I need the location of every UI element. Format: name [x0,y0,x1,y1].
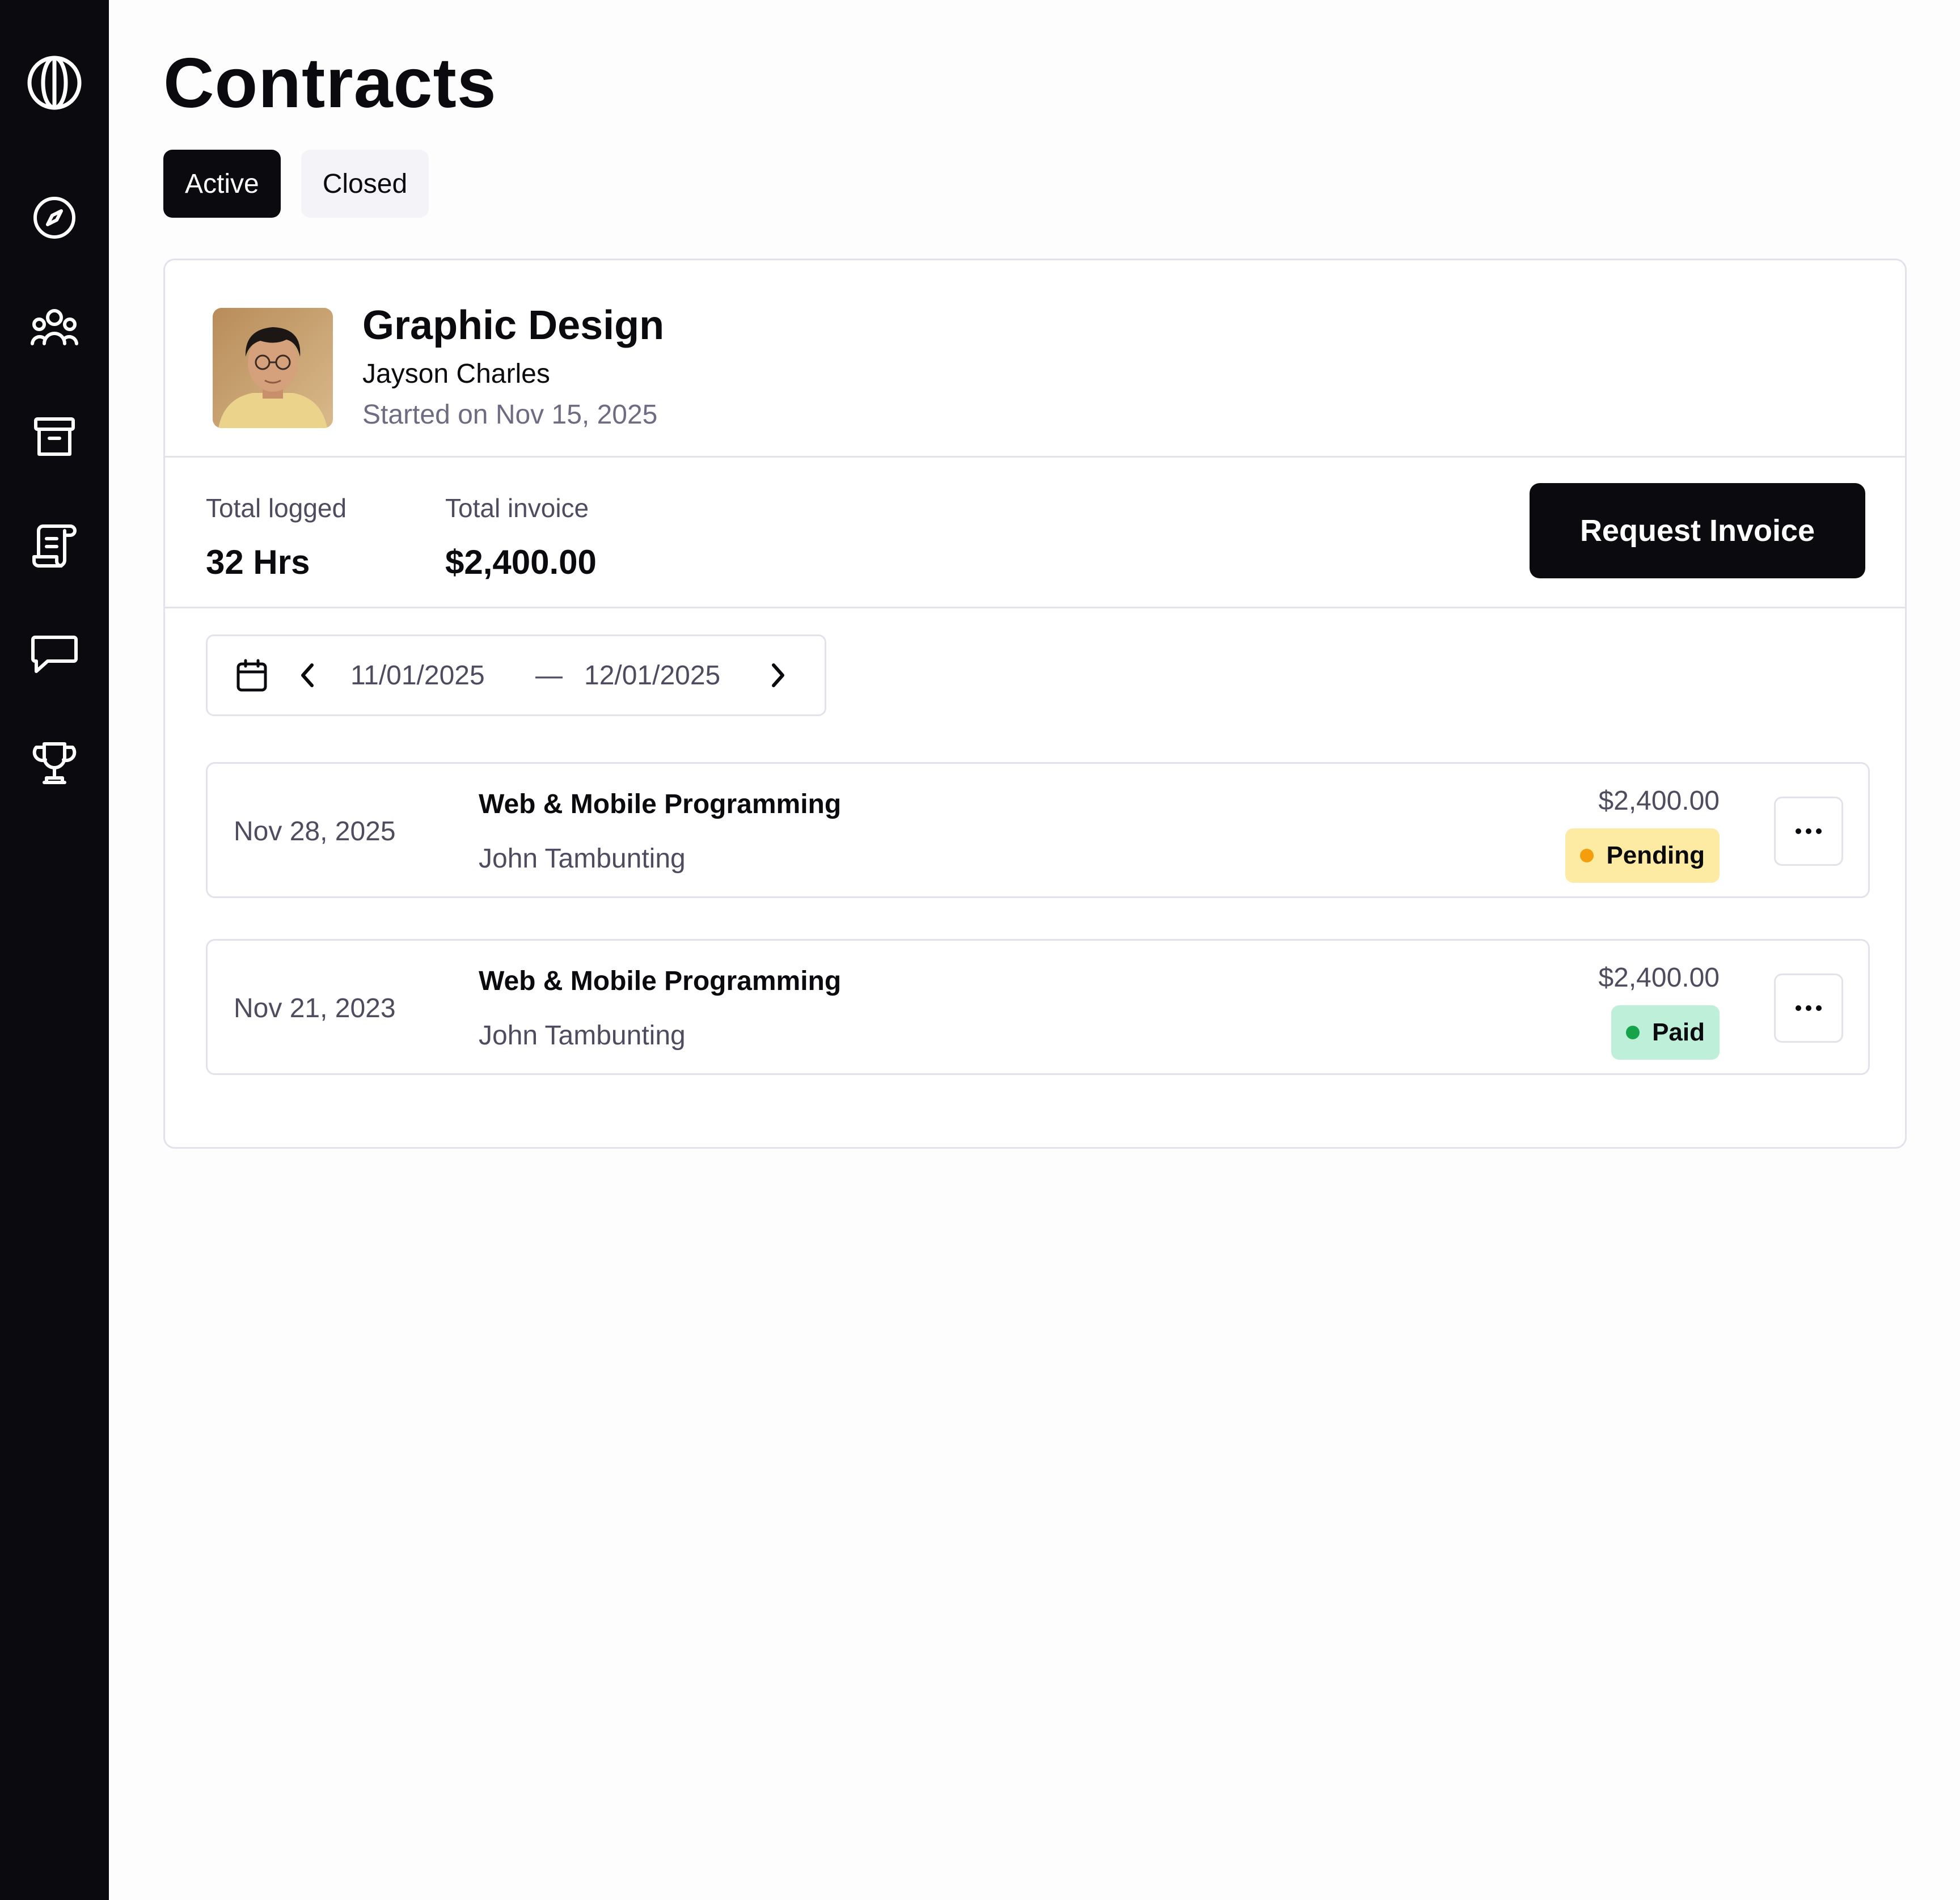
chevron-left-icon[interactable] [298,636,316,714]
invoice-row[interactable]: Nov 28, 2025 Web & Mobile Programming Jo… [206,762,1870,898]
more-dot-icon [1796,828,1801,834]
date-separator: — [535,660,563,691]
more-dot-icon [1806,828,1811,834]
avatar [213,308,333,428]
total-logged-value: 32 Hrs [206,543,310,581]
total-invoice-label: Total invoice [445,493,589,523]
contract-tabs: Active Closed [163,150,429,218]
contract-stats: Total logged 32 Hrs Total invoice $2,400… [165,456,1905,608]
invoice-client: John Tambunting [479,844,686,874]
status-label: Paid [1652,1018,1705,1046]
more-dot-icon [1796,1005,1801,1011]
status-dot-icon [1580,849,1594,862]
invoice-title: Web & Mobile Programming [479,789,842,819]
page-title: Contracts [163,44,497,122]
client-name: Jayson Charles [362,359,550,389]
archive-icon[interactable] [0,408,109,465]
date-range-picker: 11/01/2025 — 12/01/2025 [206,634,826,716]
invoice-title: Web & Mobile Programming [479,966,842,996]
tab-active[interactable]: Active [163,150,281,218]
contract-card: Graphic Design Jayson Charles Started on… [163,259,1907,1149]
tab-closed[interactable]: Closed [301,150,429,218]
invoice-amount: $2,400.00 [1598,786,1720,816]
invoice-client: John Tambunting [479,1021,686,1051]
status-badge: Paid [1611,1005,1720,1060]
more-options-button[interactable] [1774,974,1843,1043]
request-invoice-button[interactable]: Request Invoice [1530,483,1865,578]
end-date-value[interactable]: 12/01/2025 [584,636,720,714]
invoice-amount: $2,400.00 [1598,963,1720,993]
contract-header: Graphic Design Jayson Charles Started on… [165,260,1905,458]
calendar-icon[interactable] [236,636,268,714]
invoice-date: Nov 21, 2023 [234,993,396,1023]
more-dot-icon [1816,828,1822,834]
more-options-button[interactable] [1774,797,1843,866]
trophy-icon[interactable] [0,735,109,792]
status-badge: Pending [1565,828,1720,883]
sidebar [0,0,109,1900]
users-icon[interactable] [0,299,109,356]
total-logged-label: Total logged [206,493,347,523]
message-icon[interactable] [0,626,109,683]
main-content: Contracts Active Closed Graphic Design J… [163,0,1910,1900]
compass-icon[interactable] [0,189,109,246]
contract-document-icon[interactable] [0,517,109,574]
more-dot-icon [1816,1005,1822,1011]
globe-logo-icon[interactable] [0,54,109,111]
status-dot-icon [1626,1026,1640,1039]
more-dot-icon [1806,1005,1811,1011]
invoice-row[interactable]: Nov 21, 2023 Web & Mobile Programming Jo… [206,939,1870,1075]
chevron-right-icon[interactable] [769,636,787,714]
invoice-date: Nov 28, 2025 [234,816,396,847]
contract-title: Graphic Design [362,303,665,348]
status-label: Pending [1606,841,1705,869]
total-invoice-value: $2,400.00 [445,543,597,581]
start-date: Started on Nov 15, 2025 [362,400,658,430]
start-date-value[interactable]: 11/01/2025 [350,636,485,714]
